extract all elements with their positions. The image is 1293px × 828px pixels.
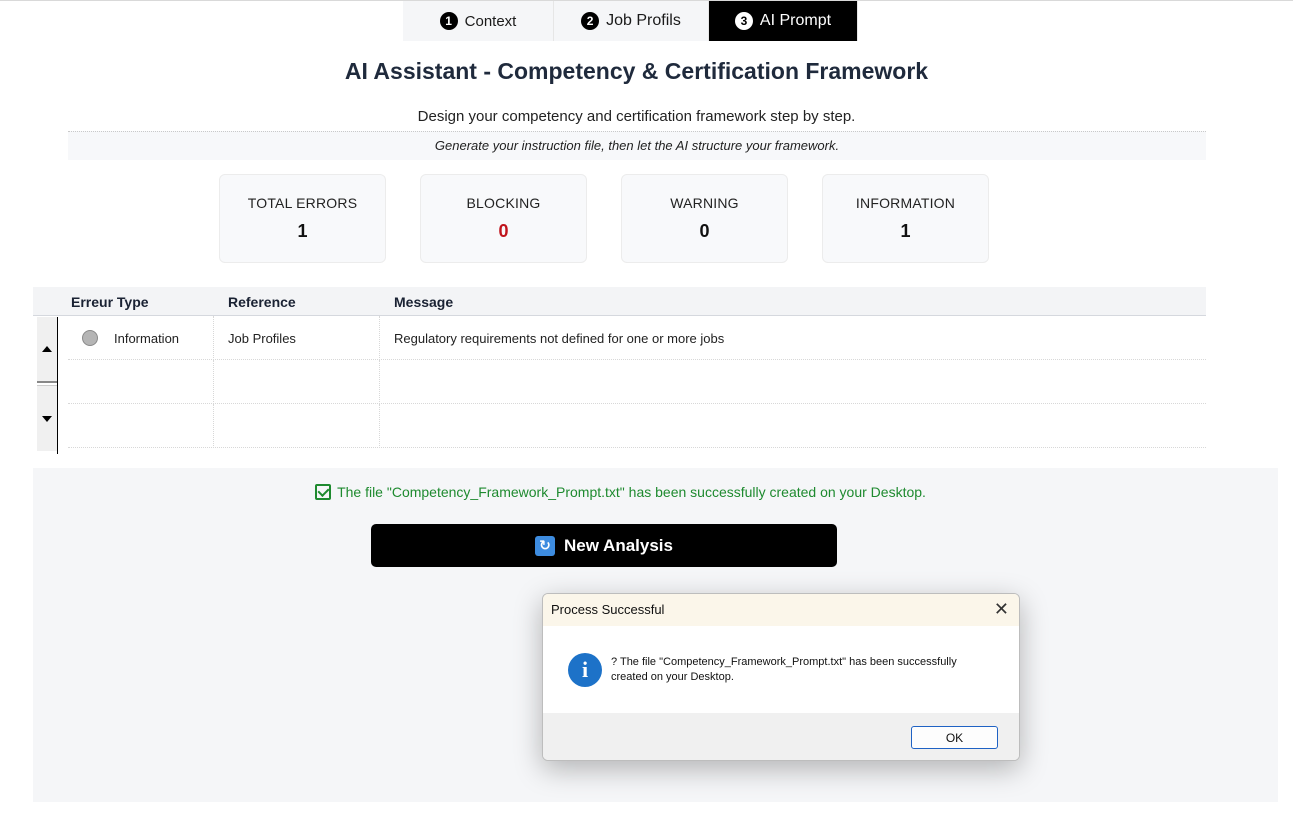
cell-reference: Job Profiles (214, 316, 380, 360)
stat-label: INFORMATION (855, 195, 956, 211)
stat-card-blocking: BLOCKING 0 (420, 174, 587, 263)
success-message: The file "Competency_Framework_Prompt.tx… (0, 484, 1241, 500)
step-number-badge: 1 (439, 12, 458, 30)
close-icon[interactable]: ✕ (994, 600, 1009, 618)
refresh-icon: ↻ (535, 535, 555, 556)
dialog-titlebar[interactable]: Process Successful ✕ (543, 594, 1019, 626)
arrow-down-icon (42, 415, 52, 422)
dialog-footer: OK (543, 713, 1019, 760)
stat-label: WARNING (670, 195, 739, 211)
stat-label: TOTAL ERRORS (247, 195, 358, 211)
cell-message: Regulatory requirements not defined for … (380, 316, 1206, 360)
severity-indicator-icon (82, 330, 98, 346)
cell-message (380, 404, 1206, 448)
stat-label: BLOCKING (466, 195, 541, 211)
cell-error-type: Information (68, 316, 214, 360)
tab-job-profils[interactable]: 2 Job Profils (554, 1, 709, 41)
instruction-note: Generate your instruction file, then let… (68, 131, 1206, 160)
step-tabs: 1 Context 2 Job Profils 3 AI Prompt (403, 1, 858, 41)
cell-reference (214, 404, 380, 448)
dialog-message-line: ? The file "Competency_Framework_Prompt.… (611, 656, 957, 668)
stat-card-total-errors: TOTAL ERRORS 1 (219, 174, 386, 263)
info-icon: i (568, 653, 602, 687)
cell-reference (214, 360, 380, 404)
cell-text: Information (114, 331, 180, 346)
process-successful-dialog: Process Successful ✕ i ? The file "Compe… (542, 593, 1020, 761)
arrow-up-icon (42, 346, 52, 352)
ok-button[interactable]: OK (911, 726, 998, 749)
stat-card-information: INFORMATION 1 (822, 174, 989, 263)
cell-error-type (68, 360, 214, 404)
errors-table-header: Erreur Type Reference Message (33, 287, 1206, 316)
dialog-message: ? The file "Competency_Framework_Prompt.… (611, 655, 1001, 685)
new-analysis-button[interactable]: ↻ New Analysis (371, 524, 837, 567)
step-number-badge: 3 (734, 12, 753, 30)
cell-text: Regulatory requirements not defined for … (394, 331, 725, 346)
tab-label: Context (464, 12, 517, 30)
dialog-body: i ? The file "Competency_Framework_Promp… (543, 626, 1019, 713)
checkbox-checked-icon (315, 484, 332, 500)
column-header-message[interactable]: Message (394, 294, 453, 310)
dialog-title: Process Successful (551, 602, 665, 617)
stat-card-warning: WARNING 0 (621, 174, 788, 263)
stat-value: 0 (699, 221, 710, 241)
scroll-down-button[interactable] (37, 385, 57, 451)
tab-ai-prompt[interactable]: 3 AI Prompt (709, 1, 858, 41)
tab-context[interactable]: 1 Context (403, 1, 554, 41)
step-number-badge: 2 (581, 12, 600, 30)
column-header-error-type[interactable]: Erreur Type (71, 294, 149, 310)
page-title: AI Assistant - Competency & Certificatio… (344, 58, 929, 84)
tab-label: AI Prompt (759, 12, 832, 29)
tab-label: Job Profils (606, 12, 681, 29)
dialog-message-line: created on your Desktop. (611, 671, 734, 683)
cell-message (380, 360, 1206, 404)
success-text: The file "Competency_Framework_Prompt.tx… (337, 484, 926, 500)
stat-value: 1 (900, 221, 911, 241)
table-row[interactable] (68, 404, 1206, 448)
cell-text: Job Profiles (228, 331, 296, 346)
stat-value: 1 (297, 221, 308, 241)
cell-error-type (68, 404, 214, 448)
table-row[interactable] (68, 360, 1206, 404)
stat-value: 0 (498, 221, 509, 241)
column-header-reference[interactable]: Reference (228, 294, 296, 310)
table-scrollbar[interactable] (37, 317, 58, 454)
new-analysis-label: New Analysis (564, 535, 673, 555)
page-subtitle: Design your competency and certification… (417, 108, 856, 125)
scroll-up-button[interactable] (37, 317, 57, 383)
table-row[interactable]: Information Job Profiles Regulatory requ… (68, 316, 1206, 360)
